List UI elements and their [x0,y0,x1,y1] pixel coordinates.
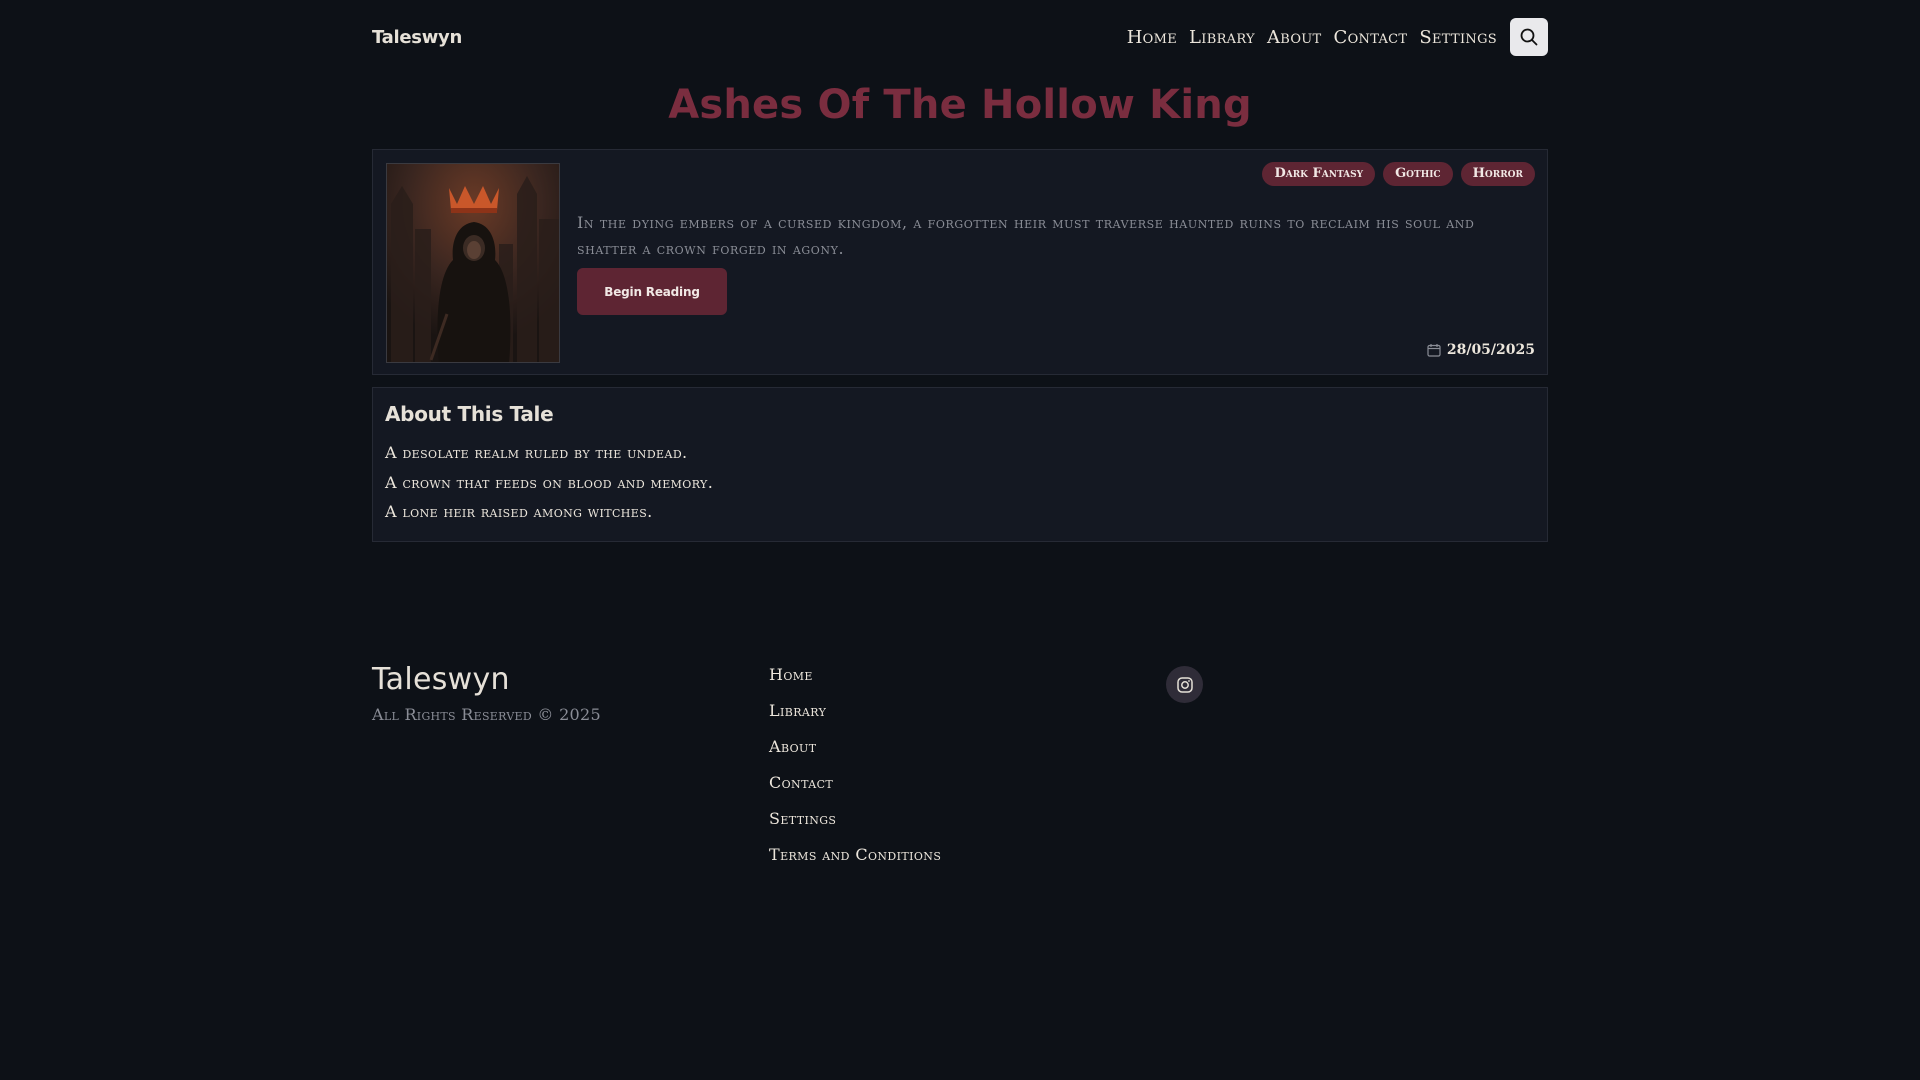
about-line: A desolate realm ruled by the undead. [385,443,688,462]
footer-brand: Taleswyn [372,662,510,697]
story-title: Ashes Of The Hollow King [668,82,1252,128]
nav-home[interactable]: Home [1127,27,1177,48]
instagram-link[interactable] [1166,666,1203,703]
site-header: Taleswyn Home Library About Contact Sett… [372,18,1548,56]
instagram-icon [1176,676,1193,693]
calendar-icon [1427,344,1441,357]
footer-link-home[interactable]: Home [769,665,941,701]
tag-horror[interactable]: Horror [1460,162,1535,186]
story-synopsis: In the dying embers of a cursed kingdom,… [577,213,1475,258]
nav-settings[interactable]: Settings [1419,27,1497,48]
about-card: About This Tale A desolate realm ruled b… [372,387,1548,542]
main-nav: Home Library About Contact Settings [1127,18,1548,56]
publish-date: 28/05/2025 [1427,342,1535,358]
nav-library[interactable]: Library [1189,27,1255,48]
tag-dark-fantasy[interactable]: Dark Fantasy [1262,162,1376,186]
footer-link-settings[interactable]: Settings [769,809,941,845]
about-line: A lone heir raised among witches. [385,502,653,521]
date-text: 28/05/2025 [1446,342,1535,358]
footer-link-about[interactable]: About [769,737,941,773]
cover-image [386,163,560,363]
page: Taleswyn Home Library About Contact Sett… [0,0,1920,1080]
about-line: A crown that feeds on blood and memory. [385,472,714,492]
footer-copyright: All Rights Reserved © 2025 [372,705,601,724]
story-card: Dark Fantasy Gothic Horror In the dying … [372,149,1548,375]
nav-contact[interactable]: Contact [1334,27,1408,48]
footer-link-terms[interactable]: Terms and Conditions [769,845,941,881]
site-logo[interactable]: Taleswyn [372,27,462,48]
search-icon [1520,28,1538,46]
begin-reading-button[interactable]: Begin Reading [577,268,727,315]
footer-link-library[interactable]: Library [769,701,941,737]
about-heading: About This Tale [385,402,554,426]
tag-gothic[interactable]: Gothic [1383,162,1453,186]
footer-link-contact[interactable]: Contact [769,773,941,809]
footer-links: Home Library About Contact Settings Term… [769,665,941,881]
tag-list: Dark Fantasy Gothic Horror [1262,162,1535,186]
nav-about[interactable]: About [1267,27,1322,48]
search-button[interactable] [1510,18,1548,56]
